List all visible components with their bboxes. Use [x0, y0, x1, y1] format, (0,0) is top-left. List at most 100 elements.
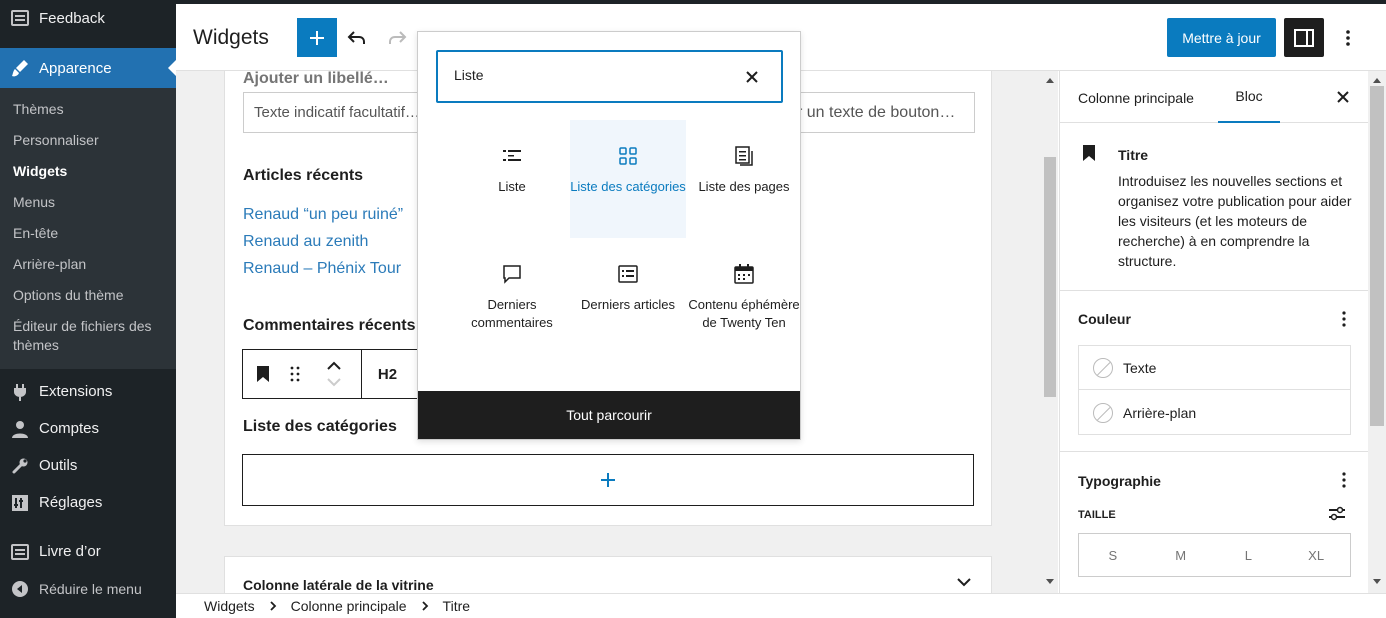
- redo-icon: [389, 31, 407, 44]
- clear-search-icon[interactable]: [743, 68, 761, 86]
- submenu-item-header[interactable]: En-tête: [0, 218, 176, 249]
- search-field-placeholder[interactable]: Texte indicatif facultatif…: [243, 92, 423, 133]
- page-title: Widgets: [193, 26, 269, 49]
- block-card: Titre Introduisez les nouvelles sections…: [1060, 123, 1368, 291]
- scroll-down-arrow-icon[interactable]: [1045, 577, 1055, 587]
- chevron-down-icon[interactable]: [957, 577, 971, 587]
- block-option-latest-comments[interactable]: Derniers commentaires: [454, 238, 570, 356]
- more-vertical-icon[interactable]: [1342, 311, 1346, 327]
- block-option-categories[interactable]: Liste des catégories: [570, 120, 686, 238]
- submenu-item-theme-options[interactable]: Options du thème: [0, 280, 176, 311]
- font-size-option-l[interactable]: L: [1215, 534, 1283, 576]
- recent-post-link[interactable]: Renaud – Phénix Tour: [243, 260, 401, 278]
- recent-post-link[interactable]: Renaud au zenith: [243, 233, 368, 251]
- add-block-button[interactable]: [242, 454, 974, 506]
- block-option-label: Derniers articles: [581, 297, 675, 312]
- panel-scrollbar-thumb[interactable]: [1370, 86, 1384, 426]
- chevron-down-icon[interactable]: [327, 377, 341, 387]
- options-menu-button[interactable]: [1336, 24, 1360, 52]
- undo-button[interactable]: [342, 24, 372, 52]
- breadcrumb: Widgets Colonne principale Titre: [176, 593, 1386, 618]
- recent-post-link[interactable]: Renaud “un peu ruiné”: [243, 206, 403, 224]
- chevron-up-icon[interactable]: [327, 361, 341, 371]
- admin-sidebar: Feedback Apparence Thèmes Personnaliser …: [0, 0, 176, 618]
- widget-area-secondary[interactable]: Colonne latérale de la vitrine: [224, 556, 992, 593]
- sidebar-item-feedback[interactable]: Feedback: [0, 0, 176, 36]
- tab-main-column[interactable]: Colonne principale: [1078, 90, 1194, 106]
- button-text-placeholder[interactable]: r un texte de bouton…: [785, 92, 975, 133]
- block-type-button[interactable]: [243, 350, 283, 398]
- submenu-item-theme-file-editor[interactable]: Éditeur de fichiers des thèmes: [0, 311, 176, 361]
- update-button[interactable]: Mettre à jour: [1167, 18, 1276, 57]
- paintbrush-icon: [10, 58, 30, 78]
- block-option-latest-posts[interactable]: Derniers articles: [570, 238, 686, 356]
- breadcrumb-item[interactable]: Titre: [443, 598, 470, 614]
- submenu-item-customize[interactable]: Personnaliser: [0, 125, 176, 156]
- inserter-search-field: [436, 50, 783, 103]
- divider: [1060, 451, 1368, 452]
- typography-section-title[interactable]: Typographie: [1078, 473, 1161, 489]
- color-text-option[interactable]: Texte: [1079, 346, 1350, 390]
- list-icon: [503, 150, 521, 161]
- drag-handle-icon: [290, 366, 300, 382]
- sidebar-item-users[interactable]: Comptes: [0, 410, 176, 447]
- redo-button[interactable]: [382, 24, 412, 52]
- heading-level-button[interactable]: H2: [361, 350, 413, 398]
- block-option-list[interactable]: Liste: [454, 120, 570, 238]
- color-section-title[interactable]: Couleur: [1078, 311, 1131, 327]
- recent-posts-heading[interactable]: Articles récents: [243, 167, 363, 185]
- block-option-label: Derniers commentaires: [471, 297, 553, 330]
- font-size-option-s[interactable]: S: [1079, 534, 1147, 576]
- settings-panel: Colonne principale Bloc Titre Introduise…: [1059, 71, 1368, 593]
- scroll-down-arrow-icon[interactable]: [1372, 577, 1382, 587]
- feedback-icon: [10, 542, 30, 562]
- color-background-option[interactable]: Arrière-plan: [1079, 391, 1350, 435]
- breadcrumb-item[interactable]: Widgets: [204, 598, 255, 614]
- panel-tabs: Colonne principale Bloc: [1060, 71, 1368, 123]
- canvas-scrollbar-thumb[interactable]: [1044, 157, 1056, 397]
- sidebar-item-label: Comptes: [39, 420, 100, 437]
- more-vertical-icon[interactable]: [1342, 472, 1346, 488]
- browse-all-button[interactable]: Tout parcourir: [418, 391, 800, 439]
- font-size-picker: S M L XL: [1078, 533, 1351, 577]
- inserter-search-input[interactable]: [454, 67, 734, 83]
- settings-icon: [10, 493, 30, 513]
- submenu-item-themes[interactable]: Thèmes: [0, 94, 176, 125]
- settings-panel-toggle-button[interactable]: [1284, 18, 1324, 57]
- scroll-up-arrow-icon[interactable]: [1372, 75, 1382, 85]
- sidebar-item-appearance[interactable]: Apparence: [0, 48, 176, 88]
- no-color-swatch-icon: [1093, 403, 1113, 423]
- user-icon: [10, 419, 30, 439]
- collapse-menu-button[interactable]: Réduire le menu: [0, 570, 176, 607]
- submenu-item-widgets[interactable]: Widgets: [0, 156, 176, 187]
- custom-size-toggle-icon[interactable]: [1328, 505, 1346, 521]
- submenu-item-background[interactable]: Arrière-plan: [0, 249, 176, 280]
- close-icon[interactable]: [1335, 89, 1351, 105]
- sidebar-item-guestbook[interactable]: Livre d’or: [0, 533, 176, 570]
- drag-handle[interactable]: [283, 350, 307, 398]
- block-option-label: Liste: [498, 179, 526, 194]
- recent-comments-heading[interactable]: Commentaires récents: [243, 317, 416, 335]
- posts-icon: [618, 265, 638, 283]
- block-option-pages[interactable]: Liste des pages: [686, 120, 802, 238]
- more-vertical-icon: [1346, 30, 1350, 46]
- font-size-option-m[interactable]: M: [1147, 534, 1215, 576]
- comments-icon: [503, 265, 521, 284]
- sidebar-item-settings[interactable]: Réglages: [0, 484, 176, 521]
- bookmark-icon: [1083, 145, 1095, 161]
- font-size-option-xl[interactable]: XL: [1282, 534, 1350, 576]
- sidebar-item-label: Outils: [39, 457, 78, 474]
- scroll-up-arrow-icon[interactable]: [1045, 75, 1055, 85]
- submenu-item-menus[interactable]: Menus: [0, 187, 176, 218]
- plugin-icon: [10, 382, 30, 402]
- block-option-ephemeral-content[interactable]: Contenu éphémère de Twenty Ten: [686, 238, 802, 356]
- add-block-toggle-button[interactable]: [297, 18, 337, 57]
- sidebar-submenu: Thèmes Personnaliser Widgets Menus En-tê…: [0, 88, 176, 369]
- sidebar-item-tools[interactable]: Outils: [0, 447, 176, 484]
- categories-heading[interactable]: Liste des catégories: [243, 418, 397, 436]
- breadcrumb-item[interactable]: Colonne principale: [291, 598, 407, 614]
- tab-block[interactable]: Bloc: [1218, 71, 1280, 123]
- collapse-icon: [10, 579, 30, 599]
- sidebar-item-extensions[interactable]: Extensions: [0, 373, 176, 410]
- field-label-placeholder[interactable]: Ajouter un libellé…: [243, 71, 389, 88]
